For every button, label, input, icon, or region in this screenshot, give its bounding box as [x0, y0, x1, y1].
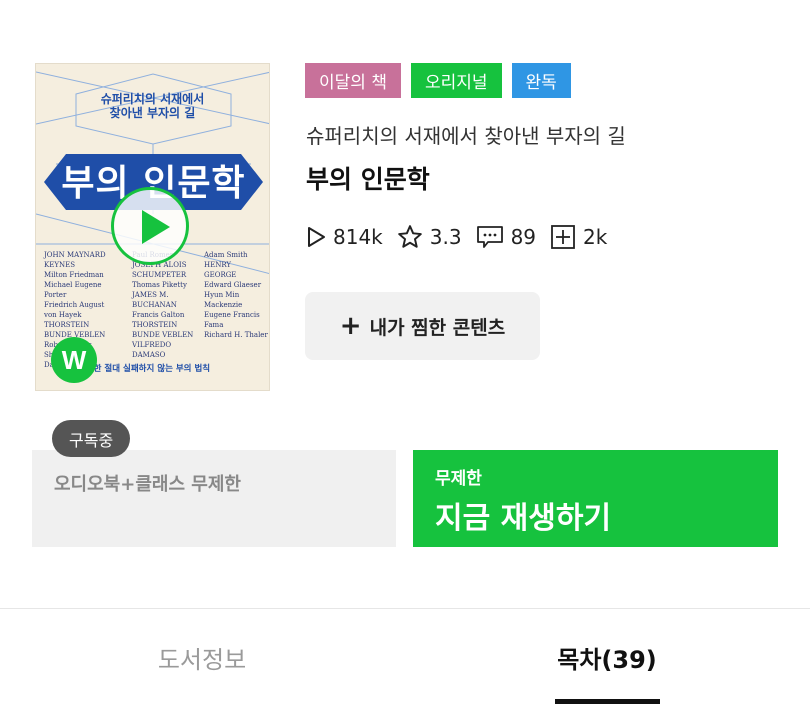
cover-author-name: Milton Friedman [44, 271, 104, 279]
cover-author-name: VILFREDO [132, 341, 172, 349]
play-now-label: 지금 재생하기 [435, 501, 612, 536]
badge-completed: 완독 [511, 63, 571, 98]
tab-book-info[interactable]: 도서정보 [102, 640, 302, 675]
plays-value: 814k [333, 225, 383, 249]
stat-rating: 3.3 [397, 224, 462, 250]
cover-author-name: GEORGE [204, 271, 237, 279]
cover-author-name: SCHUMPETER [132, 271, 187, 279]
stats-row: 814k 3.3 89 2k [306, 224, 607, 250]
plus-icon: + [339, 311, 362, 341]
add-box-icon [551, 225, 575, 249]
cover-tagline: 검증한 절대 실패하지 않는 부의 법칙 [78, 364, 211, 374]
book-cover[interactable]: 슈퍼리치의 서재에서 찾아낸 부자의 길 부의 인문학 JOHN MAYNARD… [35, 63, 270, 391]
play-icon[interactable] [111, 187, 189, 265]
subscribed-tag: 구독중 [52, 420, 131, 457]
cover-author-name: Richard H. Thaler [204, 331, 268, 339]
play-count-icon [308, 227, 325, 247]
stat-plays: 814k [306, 225, 383, 249]
cover-author-name: Fama [204, 321, 224, 329]
cover-names-col3: Adam Smith HENRY GEORGE Edward Glaeser Hyun … [204, 250, 269, 340]
cover-author-name: THORSTEIN [44, 321, 90, 329]
badge-row: 이달의 책 오리지널 완독 [305, 63, 571, 98]
cover-names-col2: Paul RomerJOSEPH ALOISSCHUMPETERThomas P… [132, 250, 204, 360]
badge-book-of-month: 이달의 책 [305, 63, 401, 98]
w-logo-badge: W [51, 337, 97, 383]
comment-icon [476, 226, 503, 248]
cover-author-name: DAMASO [132, 351, 166, 359]
cover-author-name: Adam Smith [204, 251, 248, 259]
cover-author-name: HENRY [204, 261, 232, 269]
cover-subtitle-line2: 찾아낸 부자의 길 [109, 106, 196, 120]
cover-author-name: JOHN MAYNARD [44, 251, 106, 259]
wishlist-label: 내가 찜한 콘텐츠 [369, 316, 506, 339]
book-subtitle: 슈퍼리치의 서재에서 찾아낸 부자의 길 [306, 124, 626, 148]
cover-author-name: Francis Galton [132, 311, 185, 319]
cover-author-name: JAMES M. BUCHANAN [132, 291, 177, 309]
cover-author-name: BUNDE VEBLEN [132, 331, 194, 339]
plan-label: 오디오북+클래스 무제한 [54, 474, 241, 495]
stat-adds: 2k [550, 224, 607, 250]
cover-author-name: Friedrich August von Hayek [44, 301, 105, 319]
play-now-small: 무제한 [435, 469, 482, 489]
cover-subtitle-line1: 슈퍼리치의 서재에서 [100, 92, 205, 106]
tab-contents[interactable]: 목차(39) [507, 640, 707, 675]
cover-author-name: Michael Eugene Porter [44, 281, 102, 299]
stat-comments: 89 [476, 225, 536, 249]
cover-author-name: Hyun Min Mackenzie [204, 291, 243, 309]
plan-box: 오디오북+클래스 무제한 [32, 450, 396, 547]
book-title: 부의 인문학 [306, 165, 430, 194]
cover-author-name: KEYNES [44, 261, 75, 269]
star-icon [397, 225, 422, 248]
cover-author-name: THORSTEIN [132, 321, 178, 329]
adds-value: 2k [583, 225, 608, 249]
add-to-wishlist-button[interactable]: + 내가 찜한 콘텐츠 [305, 292, 540, 360]
active-tab-indicator [555, 699, 660, 704]
comments-value: 89 [510, 225, 537, 249]
tab-divider [0, 608, 810, 609]
rating-value: 3.3 [429, 225, 462, 249]
play-now-button[interactable]: 무제한 지금 재생하기 [413, 450, 778, 547]
cover-author-name: Edward Glaeser [204, 281, 262, 289]
badge-original: 오리지널 [410, 63, 502, 98]
cover-subtitle: 슈퍼리치의 서재에서 찾아낸 부자의 길 [36, 92, 269, 120]
cover-author-name: Thomas Piketty [132, 281, 187, 289]
cover-author-name: Eugene Francis [204, 311, 260, 319]
